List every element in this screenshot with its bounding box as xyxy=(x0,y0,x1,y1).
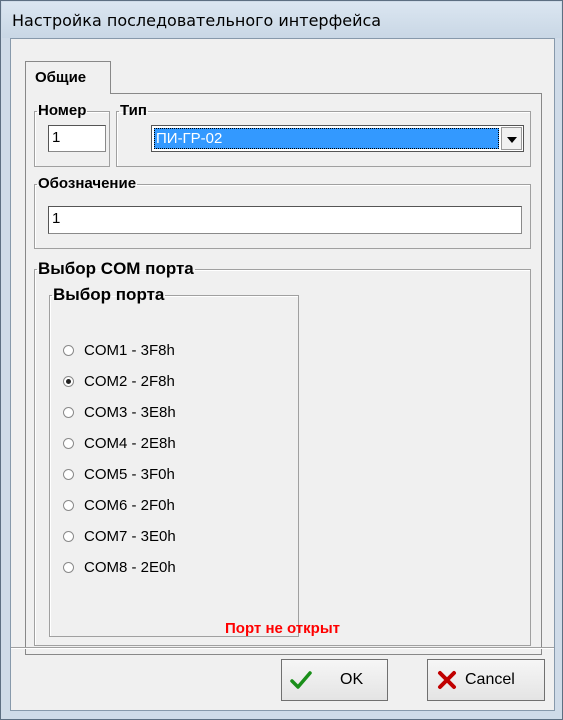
tab-general[interactable]: Общие xyxy=(25,61,111,94)
type-group-legend: Тип xyxy=(120,102,147,119)
radio-label: COM5 - 3F0h xyxy=(84,466,175,483)
window-title: Настройка последовательного интерфейса xyxy=(12,11,382,30)
cross-icon xyxy=(438,671,456,689)
radio-label: COM7 - 3E0h xyxy=(84,528,176,545)
button-bar-divider xyxy=(11,647,554,649)
com-port-group-legend: Выбор COM порта xyxy=(38,259,194,278)
radio-label: COM1 - 3F8h xyxy=(84,342,175,359)
radio-button-checked[interactable] xyxy=(63,376,74,387)
radio-label: COM4 - 2E8h xyxy=(84,435,176,452)
cancel-button-label: Cancel xyxy=(465,671,515,688)
designation-group-legend: Обозначение xyxy=(38,175,137,192)
ok-button-label: OK xyxy=(340,671,364,688)
designation-input[interactable]: 1 xyxy=(48,206,522,234)
radio-button[interactable] xyxy=(63,500,74,511)
radio-label: COM6 - 2F0h xyxy=(84,497,175,514)
tab-panel-general: Номер 1 Тип ПИ-ГР-02 Обозначение 1 Выбор… xyxy=(25,93,542,655)
radio-button[interactable] xyxy=(63,469,74,480)
number-input[interactable]: 1 xyxy=(48,125,106,152)
radio-label: COM3 - 3E8h xyxy=(84,404,176,421)
radio-button[interactable] xyxy=(63,531,74,542)
radio-label: COM8 - 2E0h xyxy=(84,559,176,576)
port-radio-list: COM1 - 3F8h COM2 - 2F8h COM3 - 3E8h COM4… xyxy=(49,286,299,637)
checkmark-icon xyxy=(290,671,312,689)
radio-button[interactable] xyxy=(63,438,74,449)
tab-general-label: Общие xyxy=(35,69,87,86)
dialog-client-area: Общие Номер 1 Тип ПИ-ГР-02 Обозначение 1… xyxy=(10,38,555,711)
cancel-button[interactable]: Cancel xyxy=(427,659,545,701)
type-select-value: ПИ-ГР-02 xyxy=(154,128,499,149)
radio-button[interactable] xyxy=(63,562,74,573)
ok-button[interactable]: OK xyxy=(281,659,388,701)
radio-label: COM2 - 2F8h xyxy=(84,373,175,390)
type-select[interactable]: ПИ-ГР-02 xyxy=(151,125,524,152)
radio-button[interactable] xyxy=(63,345,74,356)
radio-button[interactable] xyxy=(63,407,74,418)
port-status-text: Порт не открыт xyxy=(225,620,340,637)
chevron-down-icon[interactable] xyxy=(501,127,522,150)
number-group-legend: Номер xyxy=(38,102,87,119)
title-bar[interactable]: Настройка последовательного интерфейса xyxy=(2,2,561,38)
dialog-window: Настройка последовательного интерфейса О… xyxy=(0,0,563,720)
